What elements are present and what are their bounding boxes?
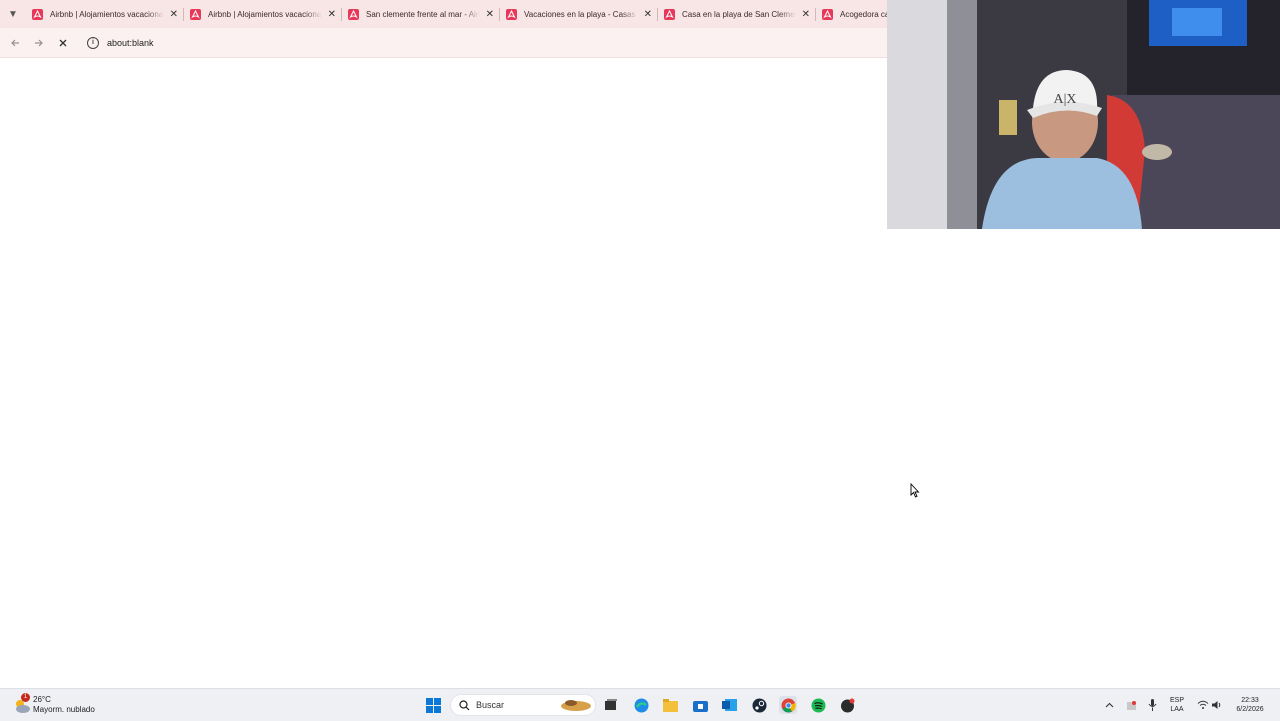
tray-app-icon: [1126, 700, 1136, 710]
spotify-button[interactable]: [809, 696, 827, 714]
outlook-button[interactable]: [720, 696, 738, 714]
outlook-icon: [721, 699, 737, 711]
browser-tab[interactable]: Airbnb | Alojamientos vacacionales ✕: [26, 0, 184, 28]
tab-title: Casa en la playa de San Clemente: [682, 9, 796, 19]
edge-button[interactable]: [632, 696, 650, 714]
clock-time: 22:33: [1241, 697, 1259, 704]
streamer-camera-image: A|X: [887, 0, 1280, 229]
keyboard-layout: LAA: [1170, 706, 1184, 713]
weather-description: Mayorm. nublado: [33, 705, 95, 714]
tab-title: Airbnb | Alojamientos vacacionales: [50, 9, 164, 19]
show-hidden-icons-button[interactable]: [1100, 696, 1118, 714]
store-button[interactable]: [691, 696, 709, 714]
address-bar-url[interactable]: about:blank: [107, 38, 154, 48]
start-button[interactable]: [424, 696, 442, 714]
clock-date: 6/2/2026: [1236, 706, 1264, 713]
task-view-button[interactable]: [602, 696, 620, 714]
taskbar-search[interactable]: Buscar: [450, 694, 596, 716]
airbnb-favicon-icon: [190, 8, 201, 20]
arrow-right-icon: [35, 39, 43, 46]
info-icon[interactable]: i: [87, 36, 99, 49]
browser-tab[interactable]: Vacaciones en la playa - Casas de ✕: [500, 0, 658, 28]
tab-title: San clemente frente al mar - Airbnb: [366, 9, 480, 19]
airbnb-favicon-icon: [348, 8, 359, 20]
close-icon: [59, 39, 67, 46]
airbnb-favicon-icon: [32, 8, 43, 20]
tab-close-icon[interactable]: ✕: [486, 9, 494, 20]
chrome-icon: [781, 698, 796, 712]
arrow-left-icon: [11, 39, 19, 46]
browser-tab[interactable]: San clemente frente al mar - Airbnb ✕: [342, 0, 500, 28]
search-icon: [459, 699, 470, 710]
tab-title: Airbnb | Alojamientos vacacionales: [208, 9, 322, 19]
webcam-overlay: A|X: [887, 0, 1280, 229]
task-view-icon: [605, 699, 617, 710]
speaker-icon: [1212, 701, 1221, 709]
tab-close-icon[interactable]: ✕: [170, 9, 178, 20]
airbnb-favicon-icon: [506, 8, 517, 20]
chevron-down-icon: ▼: [8, 8, 18, 20]
clock[interactable]: 22:33 6/2/2026: [1230, 696, 1270, 714]
chevron-up-icon: [1105, 702, 1113, 708]
spotify-icon: [811, 698, 825, 712]
steam-button[interactable]: [750, 696, 768, 714]
weather-temp: 26°C: [33, 695, 51, 704]
weather-widget[interactable]: 1 26°C Mayorm. nublado: [10, 693, 120, 717]
weather-badge: 1: [21, 693, 30, 702]
chrome-button[interactable]: [779, 696, 797, 714]
tab-close-icon[interactable]: ✕: [802, 9, 810, 20]
windows-logo-icon: [425, 697, 441, 713]
airbnb-favicon-icon: [664, 8, 675, 20]
language-indicator[interactable]: ESP LAA: [1166, 696, 1188, 714]
microphone-button[interactable]: [1143, 696, 1161, 714]
language-code: ESP: [1169, 697, 1184, 704]
tab-title: Vacaciones en la playa - Casas de: [524, 9, 638, 19]
forward-button[interactable]: [27, 31, 51, 55]
search-highlight-icon: [561, 700, 591, 711]
svg-text:A|X: A|X: [1053, 92, 1076, 107]
windows-taskbar: 1 26°C Mayorm. nublado Buscar ESP LAA 22…: [0, 688, 1280, 721]
app-button[interactable]: [838, 696, 856, 714]
address-bar[interactable]: i about:blank: [80, 32, 880, 53]
tray-app-button[interactable]: [1122, 696, 1140, 714]
tab-list: Airbnb | Alojamientos vacacionales ✕ Airbn…: [26, 0, 974, 28]
app-icon: [840, 698, 854, 712]
tab-close-icon[interactable]: ✕: [328, 9, 336, 20]
back-button[interactable]: [3, 31, 27, 55]
browser-tab[interactable]: Casa en la playa de San Clemente ✕: [658, 0, 816, 28]
search-placeholder: Buscar: [476, 700, 505, 710]
folder-icon: [662, 698, 678, 712]
steam-icon: [752, 698, 766, 712]
store-icon: [692, 701, 708, 712]
tab-search-button[interactable]: ▼: [0, 0, 26, 28]
mouse-cursor-icon: [910, 483, 920, 498]
stop-loading-button[interactable]: [51, 31, 75, 55]
airbnb-favicon-icon: [822, 8, 833, 20]
volume-button[interactable]: [1208, 696, 1226, 714]
file-explorer-button[interactable]: [661, 696, 679, 714]
microphone-icon: [1148, 699, 1156, 711]
browser-tab[interactable]: Airbnb | Alojamientos vacacionales ✕: [184, 0, 342, 28]
edge-icon: [634, 698, 648, 712]
tab-close-icon[interactable]: ✕: [644, 9, 652, 20]
